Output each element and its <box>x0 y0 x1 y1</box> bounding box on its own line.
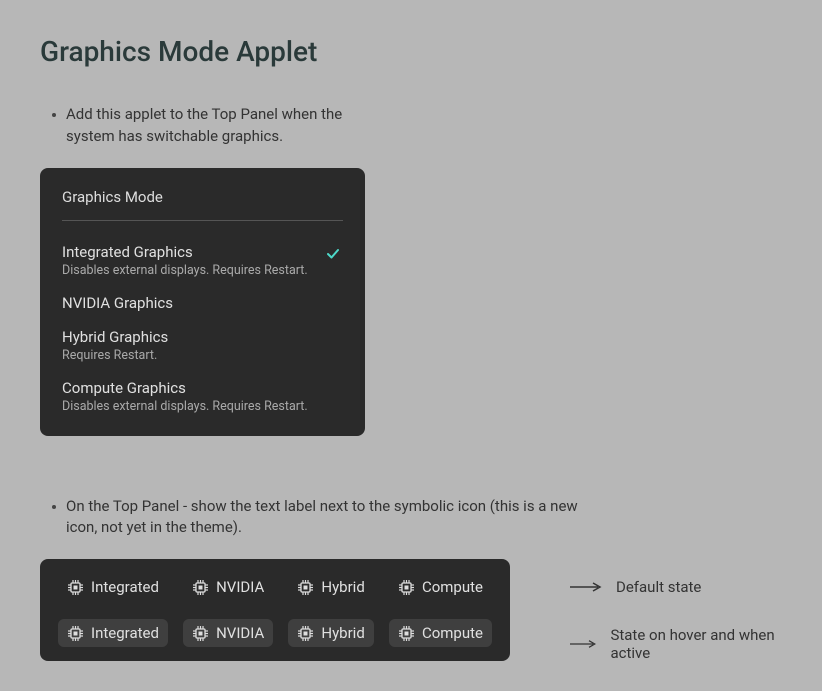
chip-icon <box>67 625 84 642</box>
indicator-label: Integrated <box>91 578 159 596</box>
bullet-panel-info: On the Top Panel - show the text label n… <box>52 496 782 540</box>
indicator-nvidia-hover[interactable]: NVIDIA <box>183 619 273 647</box>
graphics-mode-menu: Graphics Mode Integrated Graphics Disabl… <box>40 168 365 436</box>
menu-item-desc: Requires Restart. <box>62 348 343 363</box>
indicator-label: Integrated <box>91 624 159 642</box>
menu-item-compute[interactable]: Compute Graphics Disables external displ… <box>62 373 343 416</box>
panel-indicator-examples: Integrated NVIDIA Hybrid Compute <box>40 559 510 661</box>
chip-icon <box>297 625 314 642</box>
arrow-icon <box>570 639 596 649</box>
chip-icon <box>192 625 209 642</box>
indicator-label: Hybrid <box>321 578 364 596</box>
menu-item-label: Compute Graphics <box>62 379 343 397</box>
indicator-hybrid-hover[interactable]: Hybrid <box>288 619 373 647</box>
bullet-intro: Add this applet to the Top Panel when th… <box>52 104 782 148</box>
page-title: Graphics Mode Applet <box>40 35 782 68</box>
arrow-icon <box>570 582 602 592</box>
indicator-row-hover: Integrated NVIDIA Hybrid Compute <box>58 619 492 647</box>
menu-item-integrated[interactable]: Integrated Graphics Disables external di… <box>62 237 343 288</box>
indicator-integrated-hover[interactable]: Integrated <box>58 619 168 647</box>
chip-icon <box>297 579 314 596</box>
menu-item-hybrid[interactable]: Hybrid Graphics Requires Restart. <box>62 322 343 373</box>
annotation-hover: State on hover and when active <box>570 626 782 662</box>
chip-icon <box>398 625 415 642</box>
indicator-row-default: Integrated NVIDIA Hybrid Compute <box>58 573 492 601</box>
chip-icon <box>398 579 415 596</box>
menu-item-label: Integrated Graphics <box>62 243 343 261</box>
menu-item-desc: Disables external displays. Requires Res… <box>62 263 343 278</box>
indicator-nvidia[interactable]: NVIDIA <box>183 573 273 601</box>
indicator-integrated[interactable]: Integrated <box>58 573 168 601</box>
chip-icon <box>192 579 209 596</box>
menu-header: Graphics Mode <box>62 188 343 221</box>
menu-item-nvidia[interactable]: NVIDIA Graphics <box>62 288 343 322</box>
indicator-compute[interactable]: Compute <box>389 573 492 601</box>
indicator-label: NVIDIA <box>216 624 264 642</box>
menu-item-desc: Disables external displays. Requires Res… <box>62 399 343 414</box>
menu-item-label: NVIDIA Graphics <box>62 294 343 312</box>
indicator-label: NVIDIA <box>216 578 264 596</box>
indicator-hybrid[interactable]: Hybrid <box>288 573 373 601</box>
indicator-label: Compute <box>422 624 483 642</box>
indicator-label: Compute <box>422 578 483 596</box>
chip-icon <box>67 579 84 596</box>
menu-item-label: Hybrid Graphics <box>62 328 343 346</box>
indicator-compute-hover[interactable]: Compute <box>389 619 492 647</box>
annotation-default: Default state <box>570 578 782 596</box>
check-icon <box>327 245 339 264</box>
indicator-label: Hybrid <box>321 624 364 642</box>
